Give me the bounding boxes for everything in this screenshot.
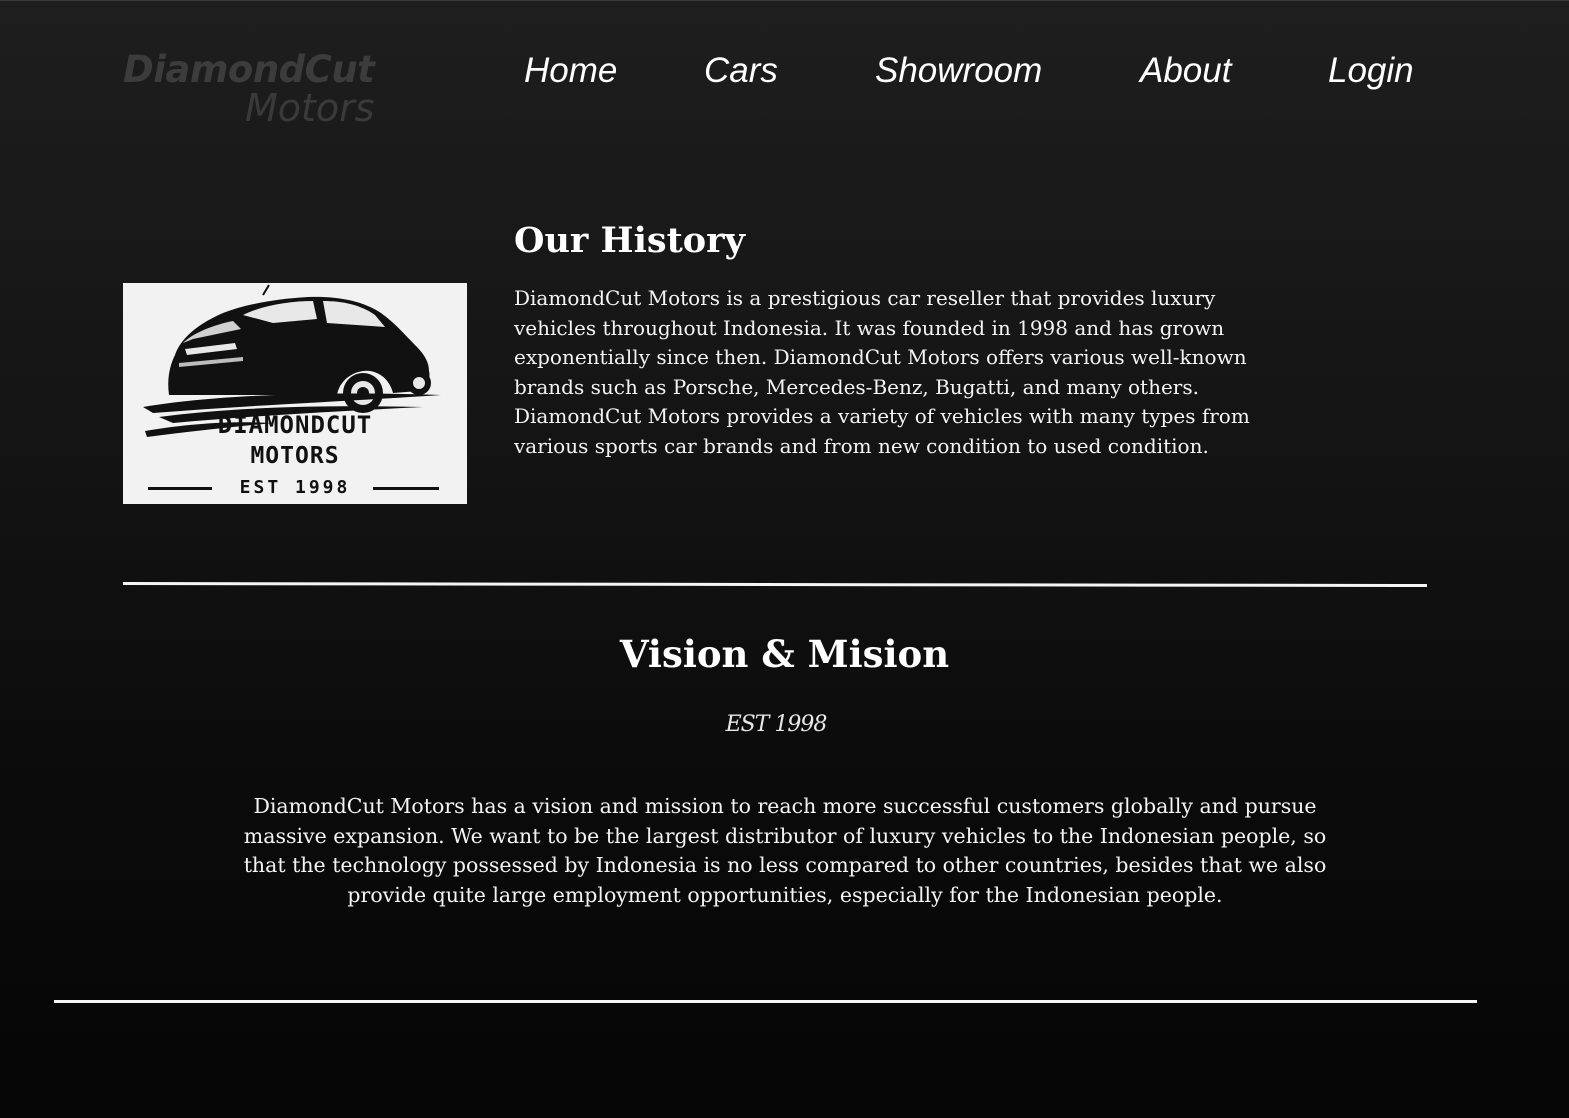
- logo-line-1: DIAMONDCUT: [217, 411, 373, 439]
- brand-subtitle: Motors: [245, 86, 375, 130]
- company-logo-image: DIAMONDCUT MOTORS EST 1998: [123, 283, 467, 504]
- top-border: [0, 0, 1569, 1]
- est-tagline: EST 1998: [725, 712, 828, 737]
- nav-showroom[interactable]: Showroom: [875, 50, 1042, 92]
- vision-title: Vision & Mision: [619, 632, 950, 676]
- vision-paragraph: DiamondCut Motors has a vision and missi…: [243, 794, 1327, 907]
- brand-logo[interactable]: DiamondCut Motors: [123, 48, 383, 132]
- footer-divider: [54, 1000, 1477, 1003]
- nav-home[interactable]: Home: [524, 50, 617, 92]
- section-divider: [122, 582, 1428, 588]
- nav-cars[interactable]: Cars: [704, 50, 778, 92]
- nav-login[interactable]: Login: [1328, 50, 1414, 92]
- history-title: Our History: [514, 220, 745, 261]
- history-paragraph: DiamondCut Motors is a prestigious car r…: [514, 286, 1250, 458]
- logo-line-3: EST 1998: [239, 477, 351, 498]
- logo-line-2: MOTORS: [250, 443, 340, 469]
- car-silhouette-icon: [143, 284, 441, 490]
- nav-about[interactable]: About: [1140, 50, 1231, 92]
